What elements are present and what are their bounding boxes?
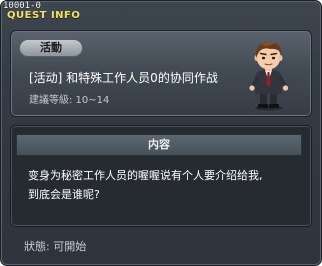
- quest-description: 变身为秘密工作人员的喔喔说有个人要介绍给我, 到底会是谁呢?: [28, 166, 308, 204]
- quest-status: 狀態: 可開始: [24, 240, 87, 253]
- quest-name: [活动] 和特殊工作人员0的协同作战: [29, 71, 218, 85]
- recommended-level: 建議等級: 10~14: [29, 95, 110, 106]
- event-tag: 活動: [19, 39, 83, 57]
- content-header: 内容: [16, 134, 302, 156]
- window-title: QUEST INFO: [7, 10, 81, 21]
- description-line: 到底会是谁呢?: [28, 188, 100, 201]
- quest-info-window: 10001-0 QUEST INFO 活動 [活动] 和特殊工作人员0的协同作战…: [0, 0, 322, 266]
- description-line: 变身为秘密工作人员的喔喔说有个人要介绍给我,: [28, 169, 263, 182]
- npc-portrait-icon: [249, 41, 289, 111]
